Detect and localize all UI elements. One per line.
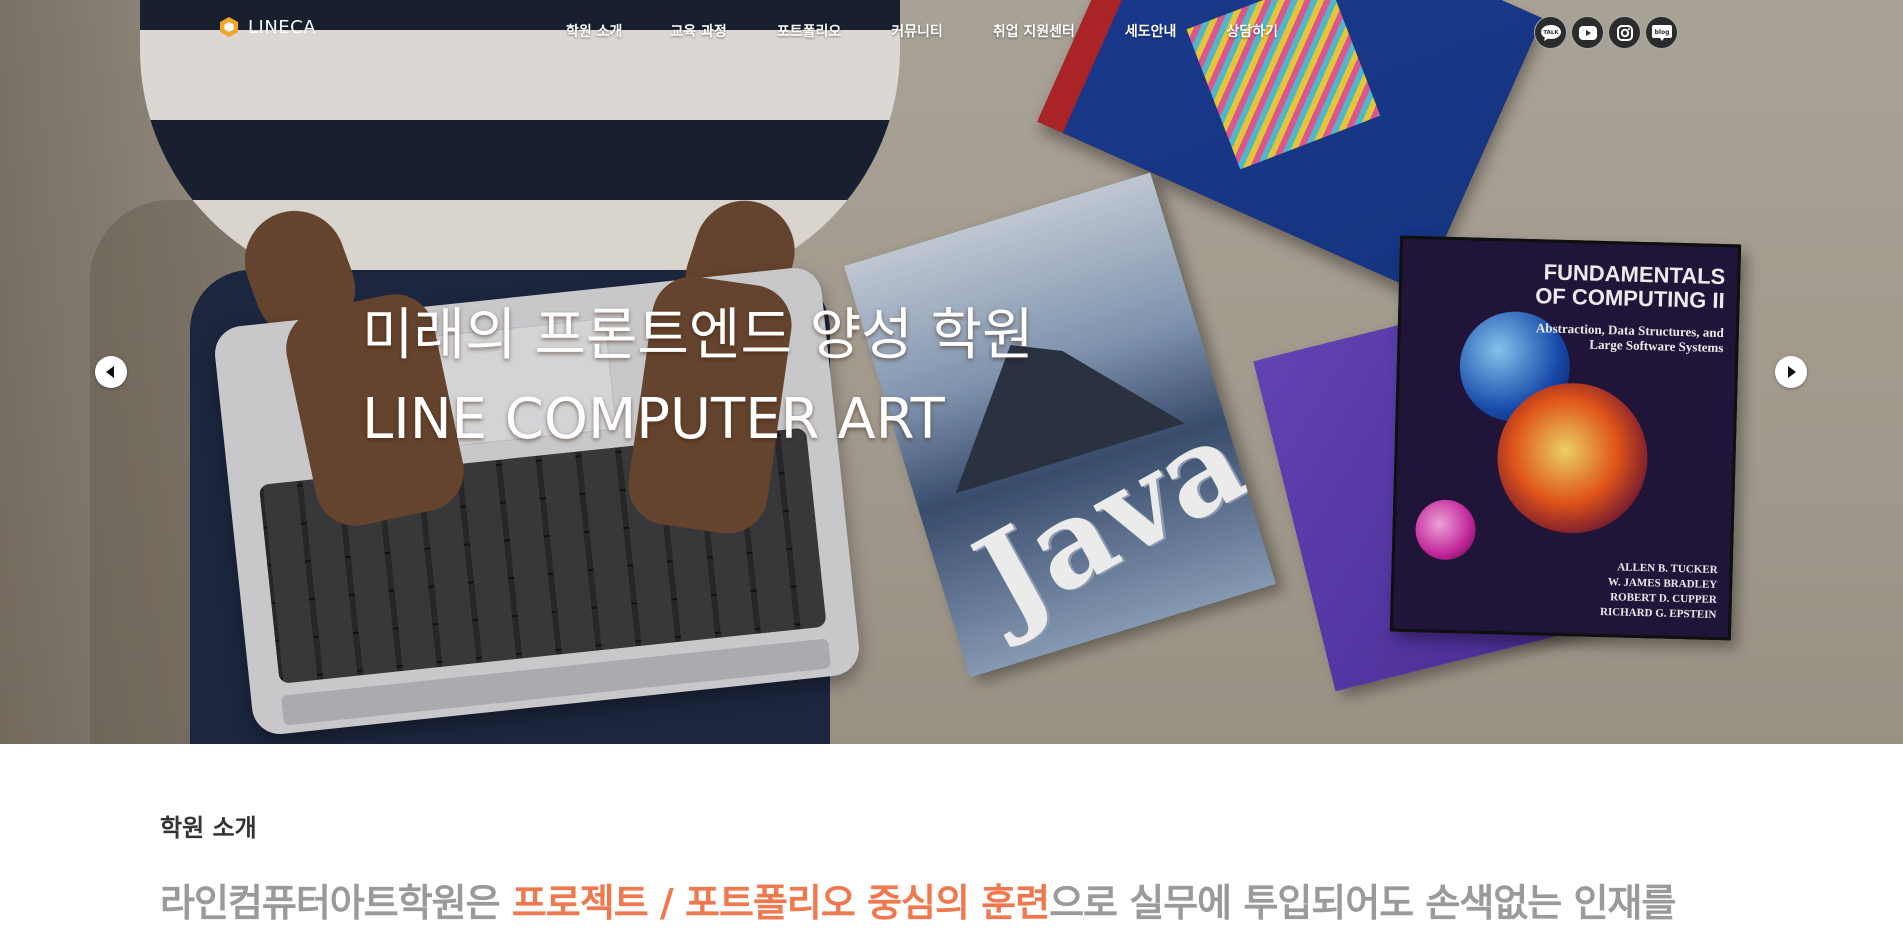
nav-item-consult[interactable]: 상담하기	[1226, 21, 1278, 41]
intro-text-highlight: 프로젝트 / 포트폴리오 중심의 훈련	[511, 881, 1050, 925]
blog-button[interactable]: blog	[1645, 16, 1678, 49]
hero-banner: Java FUNDAMENTALS OF COMPUTING II Abstra…	[0, 0, 1903, 744]
blog-icon: blog	[1651, 24, 1672, 41]
kakaotalk-icon: TALK	[1540, 24, 1561, 41]
youtube-icon	[1578, 25, 1597, 40]
kakaotalk-button[interactable]: TALK	[1534, 16, 1567, 49]
hero-title: 미래의 프론트엔드 양성 학원 LINE COMPUTER ART	[362, 294, 1034, 462]
hero-title-line2: LINE COMPUTER ART	[362, 387, 945, 452]
intro-text-after: 으로 실무에 투입되어도 손색없는 인재를	[1049, 881, 1676, 925]
chevron-right-icon	[1788, 366, 1796, 378]
svg-text:blog: blog	[1654, 29, 1669, 36]
site-logo[interactable]: LINECA	[218, 16, 316, 38]
site-header: LINECA 학원 소개 교육 과정 포트폴리오 커뮤니티 취업 지원센터 세도…	[0, 0, 1903, 62]
main-nav: 학원 소개 교육 과정 포트폴리오 커뮤니티 취업 지원센터 세도안내 상담하기	[566, 21, 1278, 41]
logo-text: LINECA	[248, 16, 317, 38]
slider-next-button[interactable]	[1775, 356, 1807, 388]
nav-item-portfolio[interactable]: 포트폴리오	[777, 21, 841, 41]
intro-text-before: 라인컴퓨터아트학원은	[160, 881, 512, 925]
nav-item-career[interactable]: 취업 지원센터	[993, 21, 1075, 41]
intro-headline: 라인컴퓨터아트학원은 프로젝트 / 포트폴리오 중심의 훈련으로 실무에 투입되…	[160, 872, 1676, 927]
instagram-button[interactable]	[1608, 16, 1641, 49]
hero-title-line1: 미래의 프론트엔드 양성 학원	[362, 303, 1034, 368]
section-label: 학원 소개	[160, 814, 257, 842]
nav-item-about[interactable]: 학원 소개	[566, 21, 622, 41]
hexagon-logo-icon	[220, 17, 238, 37]
instagram-icon	[1616, 24, 1633, 41]
youtube-button[interactable]	[1571, 16, 1604, 49]
nav-item-location[interactable]: 세도안내	[1125, 21, 1177, 41]
nav-item-courses[interactable]: 교육 과정	[670, 21, 726, 41]
social-links: TALK blog	[1534, 16, 1678, 49]
nav-item-community[interactable]: 커뮤니티	[891, 21, 943, 41]
svg-text:TALK: TALK	[1543, 30, 1559, 36]
chevron-left-icon	[106, 366, 114, 378]
slider-prev-button[interactable]	[95, 356, 127, 388]
